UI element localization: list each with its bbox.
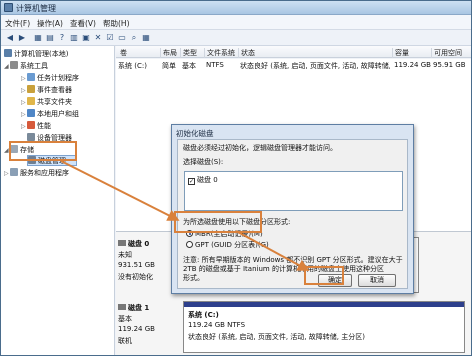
view-icon[interactable]: ▦ (141, 33, 151, 43)
gpt-radio[interactable] (186, 241, 193, 248)
partition-size: 119.24 GB NTFS (188, 321, 246, 329)
col-type[interactable]: 类型 (180, 48, 197, 58)
check-icon[interactable]: ☑ (105, 33, 115, 43)
disk-icon (118, 240, 126, 246)
col-filesystem[interactable]: 文件系统 (204, 48, 235, 58)
cell-type: 基本 (182, 62, 196, 70)
disk-icon[interactable]: ▣ (81, 33, 91, 43)
cell-free: 95.91 GB (433, 61, 466, 69)
window-title: 计算机管理 (16, 4, 56, 13)
col-status[interactable]: 状态 (238, 48, 255, 58)
delete-icon[interactable]: ✕ (93, 33, 103, 43)
event-viewer-icon (27, 85, 35, 93)
cell-capacity: 119.24 GB (394, 61, 431, 69)
tree-services-apps[interactable]: ▷ 服务和应用程序 (4, 168, 69, 179)
open-icon[interactable]: ▭ (117, 33, 127, 43)
disk-checkbox[interactable]: ✓ (188, 178, 195, 185)
tree-system-tools[interactable]: ◢ 系统工具 (4, 61, 48, 72)
tree-task-scheduler[interactable]: ▷ 任务计划程序 (21, 73, 79, 84)
list-icon[interactable]: ▤ (45, 33, 55, 43)
menu-view[interactable]: 查看(V) (70, 18, 96, 29)
volume-list-header: 卷 布局 类型 文件系统 状态 容量 可用空间 (116, 46, 471, 58)
menu-file[interactable]: 文件(F) (5, 18, 30, 29)
cell-status: 状态良好 (系统, 启动, 页面文件, 活动, 故障转储, 主分区) (240, 62, 390, 70)
back-icon[interactable]: ◀ (5, 33, 15, 43)
partition-cap (184, 302, 464, 307)
services-icon (10, 168, 18, 176)
disk-list-item[interactable]: ✓ 磁盘 0 (188, 175, 218, 185)
forward-icon[interactable]: ▶ (17, 33, 27, 43)
tree-shared-folders[interactable]: ▷ 共享文件夹 (21, 97, 72, 108)
disk-management-highlight (9, 141, 77, 161)
tree-event-viewer[interactable]: ▷ 事件查看器 (21, 85, 72, 96)
dialog-title: 初始化磁盘 (176, 129, 214, 138)
computer-management-window: 计算机管理 文件(F) 操作(A) 查看(V) 帮助(H) ◀ ▶ ▦ ▤ ? … (0, 0, 472, 356)
cancel-button[interactable]: 取消 (358, 274, 396, 287)
search-icon[interactable]: ⌕ (129, 33, 139, 43)
partition-status: 状态良好 (系统, 启动, 页面文件, 活动, 故障转储, 主分区) (188, 333, 365, 341)
mbr-highlight (174, 211, 262, 233)
title-bar: 计算机管理 (1, 1, 471, 15)
cell-filesystem: NTFS (206, 61, 224, 69)
col-free[interactable]: 可用空间 (431, 48, 462, 58)
menu-bar: 文件(F) 操作(A) 查看(V) 帮助(H) (1, 15, 471, 30)
console-tree-icon[interactable]: ▦ (33, 33, 43, 43)
menu-action[interactable]: 操作(A) (37, 18, 63, 29)
properties-icon[interactable]: ▥ (69, 33, 79, 43)
dialog-intro: 磁盘必须经过初始化，逻辑磁盘管理器才能访问。 (183, 144, 337, 152)
console-tree: 计算机管理(本地) ◢ 系统工具 ▷ 任务计划程序 ▷ 事件查看器 ▷ 共享文件夹 ▷ 本… (1, 46, 115, 355)
tree-root[interactable]: 计算机管理(本地) (4, 49, 68, 60)
performance-icon (27, 121, 35, 129)
table-row[interactable]: 系统 (C:) 简单 基本 NTFS 状态良好 (系统, 启动, 页面文件, 活… (116, 59, 471, 71)
gpt-option[interactable]: GPT (GUID 分区表)(G) (186, 240, 269, 250)
users-icon (27, 109, 35, 117)
folder-icon (27, 97, 35, 105)
help-icon[interactable]: ? (57, 33, 67, 43)
disk1-partition[interactable]: 系统 (C:) 119.24 GB NTFS 状态良好 (系统, 启动, 页面文… (183, 301, 465, 353)
toolbar: ◀ ▶ ▦ ▤ ? ▥ ▣ ✕ ☑ ▭ ⌕ ▦ (1, 30, 471, 46)
menu-help[interactable]: 帮助(H) (103, 18, 130, 29)
tools-icon (10, 61, 18, 69)
col-volume[interactable]: 卷 (118, 48, 127, 58)
cell-layout: 简单 (162, 62, 176, 70)
select-disk-label: 选择磁盘(S): (183, 158, 224, 166)
tree-performance[interactable]: ▷ 性能 (21, 121, 51, 132)
disk-select-list[interactable]: ✓ 磁盘 0 (184, 171, 403, 211)
partition-name: 系统 (C:) (188, 311, 219, 319)
disk-icon (118, 304, 126, 310)
tree-local-users[interactable]: ▷ 本地用户和组 (21, 109, 79, 120)
cell-volume: 系统 (C:) (118, 62, 147, 70)
disk1-label[interactable]: 磁盘 1 基本 119.24 GB 联机 (118, 303, 180, 347)
col-capacity[interactable]: 容量 (392, 48, 409, 58)
dialog-note-2: 2TB 的磁盘或基于 Itanium 的计算机所用的磁盘上使用这种分区 (183, 265, 384, 273)
task-scheduler-icon (27, 73, 35, 81)
device-manager-icon (27, 133, 35, 141)
computer-management-icon (4, 3, 13, 12)
ok-highlight (304, 266, 344, 285)
dialog-note-3: 形式。 (183, 274, 204, 282)
col-layout[interactable]: 布局 (160, 48, 177, 58)
computer-icon (4, 49, 12, 57)
initialize-disk-dialog: 初始化磁盘 磁盘必须经过初始化，逻辑磁盘管理器才能访问。 选择磁盘(S): ✓ 磁… (171, 124, 414, 294)
